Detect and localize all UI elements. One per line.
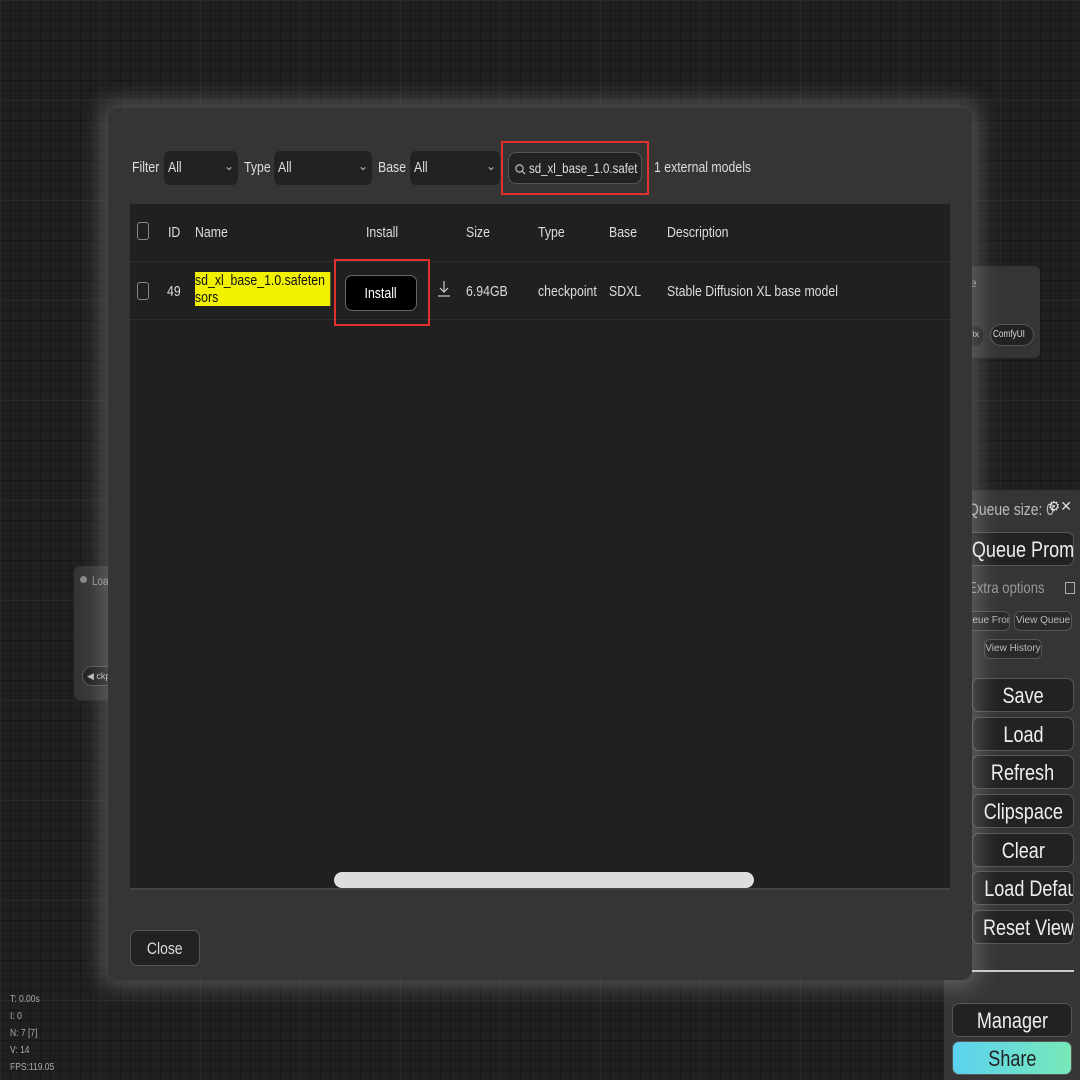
close-button[interactable]: Close xyxy=(130,930,200,966)
node-status-dot xyxy=(80,576,87,583)
view-queue-button[interactable]: View Queue xyxy=(1014,611,1072,631)
share-button[interactable]: Share xyxy=(952,1041,1072,1075)
load-button[interactable]: Load xyxy=(972,717,1074,751)
chevron-down-icon: ⌄ xyxy=(485,159,496,173)
chevron-down-icon: ⌄ xyxy=(223,159,234,173)
load-default-button[interactable]: Load Default xyxy=(972,871,1074,905)
col-install[interactable]: Install xyxy=(366,224,398,241)
install-models-dialog: Filter All ⌄ Type All ⌄ Base All ⌄ sd_xl_ba… xyxy=(108,108,972,980)
settings-close-icons[interactable]: ⚙✕ xyxy=(1048,498,1072,515)
manager-button[interactable]: Manager xyxy=(952,1003,1072,1037)
row-description: Stable Diffusion XL base model xyxy=(667,283,838,300)
filter-bar: Filter All ⌄ Type All ⌄ Base All ⌄ sd_xl_ba… xyxy=(108,151,972,185)
col-base[interactable]: Base xyxy=(609,224,637,241)
reset-view-button[interactable]: Reset View xyxy=(972,910,1074,944)
search-icon xyxy=(515,164,526,175)
render-stats: T: 0.00s I: 0 N: 7 [7] V: 14 FPS:119.05 xyxy=(10,991,54,1076)
clear-button[interactable]: Clear xyxy=(972,833,1074,867)
row-type: checkpoint xyxy=(538,283,597,300)
col-description[interactable]: Description xyxy=(667,224,729,241)
col-name[interactable]: Name xyxy=(195,224,228,241)
type-label: Type xyxy=(244,159,271,176)
external-models-count: 1 external models xyxy=(654,159,752,176)
stat-v: V: 14 xyxy=(10,1045,30,1056)
col-size[interactable]: Size xyxy=(466,224,490,241)
search-input[interactable]: sd_xl_base_1.0.safet xyxy=(508,152,642,184)
clipspace-button[interactable]: Clipspace xyxy=(972,794,1074,828)
row-id: 49 xyxy=(167,283,181,300)
stat-n: N: 7 [7] xyxy=(10,1028,38,1039)
download-icon[interactable] xyxy=(437,280,451,298)
row-base: SDXL xyxy=(609,283,642,300)
models-table: ID Name Install Size Type Base Descripti… xyxy=(130,204,950,890)
row-name[interactable]: sd_xl_base_1.0.safetensors xyxy=(195,272,333,306)
install-button[interactable]: Install xyxy=(345,275,417,311)
horizontal-scroll-track[interactable] xyxy=(130,888,950,890)
table-row: 49 sd_xl_base_1.0.safetensors Install 6.… xyxy=(130,262,950,320)
select-all-checkbox[interactable] xyxy=(137,222,149,240)
col-type[interactable]: Type xyxy=(538,224,565,241)
col-id[interactable]: ID xyxy=(168,224,180,241)
base-select[interactable]: All ⌄ xyxy=(410,151,500,185)
stat-fps: FPS:119.05 xyxy=(10,1062,55,1073)
queue-size-label: Queue size: 0 xyxy=(968,500,1055,519)
type-select[interactable]: All ⌄ xyxy=(274,151,372,185)
extra-options-checkbox[interactable] xyxy=(1065,582,1076,594)
save-button[interactable]: Save xyxy=(972,678,1074,712)
queue-prompt-button[interactable]: Queue Prompt xyxy=(958,532,1074,566)
horizontal-scrollbar[interactable] xyxy=(334,872,754,888)
menu-divider xyxy=(972,970,1074,972)
table-header: ID Name Install Size Type Base Descripti… xyxy=(130,204,950,262)
view-history-button[interactable]: View History xyxy=(984,639,1042,659)
stat-time: T: 0.00s xyxy=(10,994,40,1005)
extra-options-toggle[interactable]: Extra options xyxy=(968,580,1076,598)
stat-i: I: 0 xyxy=(10,1011,22,1022)
refresh-button[interactable]: Refresh xyxy=(972,755,1074,789)
base-label: Base xyxy=(378,159,407,176)
node-tag-comfyui[interactable]: ComfyUI xyxy=(990,324,1034,346)
filter-label: Filter xyxy=(132,159,160,176)
row-size: 6.94GB xyxy=(466,283,508,300)
chevron-down-icon: ⌄ xyxy=(357,159,368,173)
filter-select[interactable]: All ⌄ xyxy=(164,151,238,185)
row-checkbox[interactable] xyxy=(137,282,149,300)
